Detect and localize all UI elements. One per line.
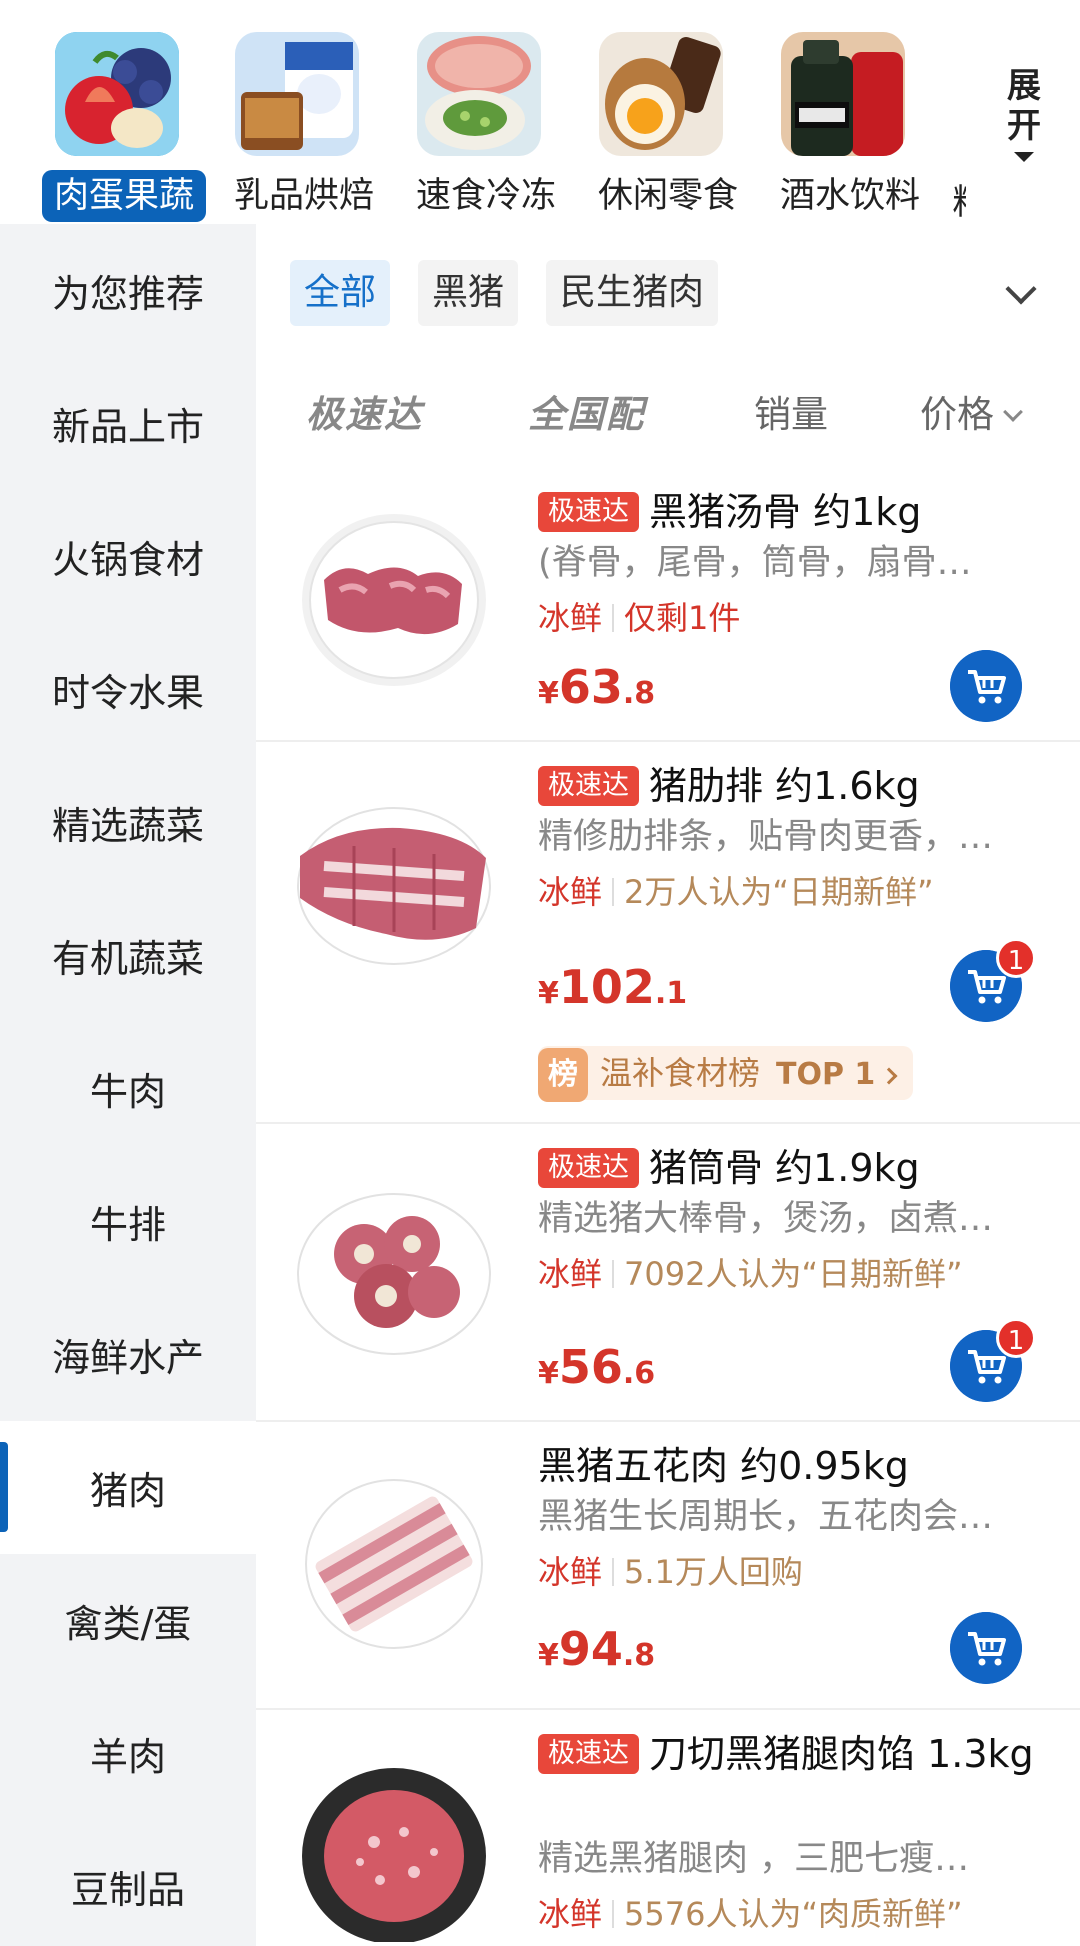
product-card[interactable]: 极速达 刀切黑猪腿肉馅 1.3kg 精选黑猪腿肉 ，三肥七瘦… 冰鲜 5576人认为… bbox=[256, 1712, 1080, 1946]
chevron-down-icon bbox=[1003, 402, 1023, 422]
cart-count-badge: 1 bbox=[996, 938, 1036, 978]
add-to-cart-icon[interactable] bbox=[950, 650, 1022, 722]
sidebar-item-new[interactable]: 新品上市 bbox=[0, 357, 256, 490]
sidebar-item-fruit[interactable]: 时令水果 bbox=[0, 623, 256, 756]
category-drinks[interactable]: 酒水饮料 bbox=[768, 32, 920, 222]
product-meta: 冰鲜 7092人认为“日期新鲜” bbox=[538, 1255, 963, 1293]
sidebar-item-seafood[interactable]: 海鲜水产 bbox=[0, 1288, 256, 1421]
pork-ribs-image bbox=[297, 807, 491, 965]
sort-sales[interactable]: 销量 bbox=[754, 380, 828, 450]
sort-price[interactable]: 价格 bbox=[920, 380, 1023, 450]
product-title: 极速达 刀切黑猪腿肉馅 1.3kg bbox=[538, 1728, 1058, 1780]
product-price: ¥56.6 bbox=[538, 1340, 656, 1394]
category-partial-label: 粮 bbox=[952, 174, 966, 225]
add-to-cart-icon[interactable] bbox=[950, 1612, 1022, 1684]
chip-regular-pork[interactable]: 民生猪肉 bbox=[546, 260, 719, 326]
ranking-badge-icon: 榜 bbox=[538, 1048, 588, 1102]
product-price: ¥102.1 bbox=[538, 960, 688, 1014]
sidebar-item-hotpot[interactable]: 火锅食材 bbox=[0, 490, 256, 623]
sort-bar: 极速达 全国配 销量 价格 bbox=[256, 380, 1080, 450]
cart-count-badge: 1 bbox=[996, 1318, 1036, 1358]
sidebar-item-tofu[interactable]: 豆制品 bbox=[0, 1820, 256, 1946]
category-fruit-veg[interactable]: 肉蛋果蔬 bbox=[42, 32, 207, 222]
fruit-basket-icon bbox=[55, 32, 179, 156]
filter-chips: 全部 黑猪 民生猪肉 bbox=[290, 260, 719, 326]
product-description: 黑猪生长周期长，五花肉会… bbox=[538, 1497, 994, 1537]
product-title: 极速达 猪筒骨 约1.9kg bbox=[538, 1142, 1058, 1194]
sort-fast-delivery[interactable]: 极速达 bbox=[306, 380, 423, 450]
product-description: 精选黑猪腿肉 ，三肥七瘦… bbox=[538, 1839, 970, 1879]
product-title: 极速达 猪肋排 约1.6kg bbox=[538, 760, 1058, 812]
pork-leg-bone-image bbox=[297, 1193, 491, 1355]
sidebar-item-organic[interactable]: 有机蔬菜 bbox=[0, 889, 256, 1022]
category-snacks[interactable]: 休闲零食 bbox=[586, 32, 738, 222]
product-description: (脊骨，尾骨，筒骨，扇骨… bbox=[538, 543, 972, 583]
chevron-down-icon[interactable] bbox=[1005, 273, 1037, 305]
sidebar-item-pork[interactable]: 猪肉 bbox=[0, 1421, 256, 1554]
product-price: ¥63.8 bbox=[538, 660, 656, 714]
pork-soup-bone-image bbox=[302, 514, 486, 686]
fast-delivery-tag: 极速达 bbox=[538, 766, 639, 806]
product-title: 极速达 黑猪汤骨 约1kg bbox=[538, 486, 1058, 538]
fast-delivery-tag: 极速达 bbox=[538, 1734, 639, 1774]
expand-categories-button[interactable]: 展 开 bbox=[1000, 66, 1048, 162]
yogurt-bread-icon bbox=[235, 32, 359, 156]
product-card[interactable]: 黑猪五花肉 约0.95kg 黑猪生长周期长，五花肉会… 冰鲜 5.1万人回购 ¥9… bbox=[256, 1424, 1080, 1710]
product-meta: 冰鲜 仅剩1件 bbox=[538, 599, 741, 637]
subcategory-sidebar: 为您推荐 新品上市 火锅食材 时令水果 精选蔬菜 有机蔬菜 牛肉 牛排 海鲜水产… bbox=[0, 224, 256, 1946]
product-meta: 冰鲜 5.1万人回购 bbox=[538, 1553, 803, 1591]
sidebar-item-poultry-eggs[interactable]: 禽类/蛋 bbox=[0, 1554, 256, 1687]
category-strip: 肉蛋果蔬 乳品烘焙 速食冷冻 休闲零食 酒水饮料 展 开 bbox=[0, 0, 1080, 224]
category-frozen-food[interactable]: 速食冷冻 bbox=[404, 32, 556, 222]
minced-pork-image bbox=[302, 1768, 486, 1942]
triangle-down-icon bbox=[1014, 152, 1034, 162]
fast-delivery-tag: 极速达 bbox=[538, 492, 639, 532]
product-meta: 冰鲜 5576人认为“肉质新鲜” bbox=[538, 1895, 963, 1933]
ranking-tag[interactable]: 榜温补食材榜 TOP 1 bbox=[538, 1046, 914, 1102]
product-description: 精修肋排条，贴骨肉更香，… bbox=[538, 817, 994, 857]
fast-delivery-tag: 极速达 bbox=[538, 1148, 639, 1188]
sidebar-item-steak[interactable]: 牛排 bbox=[0, 1155, 256, 1288]
product-card[interactable]: 极速达 黑猪汤骨 约1kg (脊骨，尾骨，筒骨，扇骨… 冰鲜 仅剩1件 ¥63.8 bbox=[256, 470, 1080, 742]
snack-egg-icon bbox=[599, 32, 723, 156]
dumpling-icon bbox=[417, 32, 541, 156]
chevron-right-icon bbox=[880, 1067, 898, 1085]
product-description: 精选猪大棒骨，煲汤，卤煮… bbox=[538, 1199, 994, 1239]
sort-national-delivery[interactable]: 全国配 bbox=[528, 380, 645, 450]
sidebar-item-beef[interactable]: 牛肉 bbox=[0, 1022, 256, 1155]
product-meta: 冰鲜 2万人认为“日期新鲜” bbox=[538, 873, 934, 911]
category-dairy-bakery[interactable]: 乳品烘焙 bbox=[222, 32, 374, 222]
pork-belly-image bbox=[305, 1479, 483, 1649]
product-title: 黑猪五花肉 约0.95kg bbox=[538, 1444, 909, 1488]
product-card[interactable]: 极速达 猪筒骨 约1.9kg 精选猪大棒骨，煲汤，卤煮… 冰鲜 7092人认为“日期… bbox=[256, 1126, 1080, 1422]
wine-bottle-icon bbox=[781, 32, 905, 156]
sidebar-item-lamb[interactable]: 羊肉 bbox=[0, 1687, 256, 1820]
chip-black-pork[interactable]: 黑猪 bbox=[418, 260, 519, 326]
product-card[interactable]: 极速达 猪肋排 约1.6kg 精修肋排条，贴骨肉更香，… 冰鲜 2万人认为“日期新鲜… bbox=[256, 744, 1080, 1124]
chip-all[interactable]: 全部 bbox=[290, 260, 391, 326]
sidebar-item-vegetables[interactable]: 精选蔬菜 bbox=[0, 756, 256, 889]
product-price: ¥94.8 bbox=[538, 1622, 656, 1676]
active-indicator bbox=[0, 1442, 8, 1532]
sidebar-item-recommended[interactable]: 为您推荐 bbox=[0, 224, 256, 357]
